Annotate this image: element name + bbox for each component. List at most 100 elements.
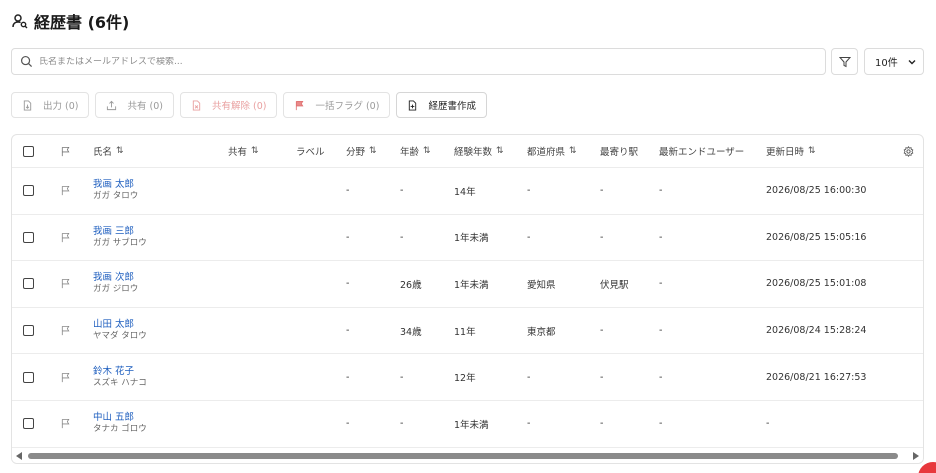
station-cell: - [600, 231, 604, 243]
row-flag-button[interactable] [60, 261, 71, 307]
column-header-experience-label: 経験年数 [454, 147, 493, 158]
floating-action-button[interactable] [918, 462, 936, 473]
bulk-action-toolbar: 出力 (0) 共有 (0) 共有解除 (0) 一括フラグ (0) 経歴書作成 [11, 92, 487, 118]
name-cell: 我画 次郎 ガガ ジロウ [93, 261, 138, 307]
file-plus-icon [409, 99, 417, 111]
field-cell: - [346, 185, 350, 197]
per-page-select[interactable]: 10件 [864, 48, 924, 75]
experience-cell: 12年 [454, 373, 476, 385]
candidate-name-link[interactable]: 我画 太郎 [93, 179, 134, 191]
bulk-flag-button-label: 一括フラグ (0) [315, 101, 380, 112]
table-row[interactable]: 山田 太郎 ヤマダ タロウ - 34歳 11年 東京都 - - 2026/08/24 15:28… [12, 308, 923, 355]
filter-button[interactable] [831, 48, 858, 75]
search-box[interactable] [11, 48, 826, 75]
field-cell: - [346, 371, 350, 383]
bulk-flag-button[interactable]: 一括フラグ (0) [283, 92, 391, 118]
flag-outline-icon [61, 326, 70, 336]
column-settings-button[interactable] [903, 135, 914, 167]
table-row[interactable]: 中山 五郎 タナカ ゴロウ - - 1年未満 - - - - [12, 401, 923, 448]
share-button-label: 共有 (0) [127, 101, 163, 112]
updated-cell: 2026/08/25 15:01:08 [766, 278, 867, 290]
prefecture-cell: - [527, 185, 531, 197]
column-header-shared[interactable]: 共有 ⇅ [228, 135, 258, 167]
table-row[interactable]: 我画 太郎 ガガ タロウ - - 14年 - - - 2026/08/25 16:00:30 [12, 168, 923, 215]
table-row[interactable]: 我画 三郎 ガガ サブロウ - - 1年未満 - - - 2026/08/25 15:05:16 [12, 215, 923, 262]
table-row[interactable]: 我画 次郎 ガガ ジロウ - 26歳 1年未満 愛知県 伏見駅 - 2026/08/25 15:… [12, 261, 923, 308]
gear-icon [903, 145, 914, 157]
candidate-name-link[interactable]: 中山 五郎 [93, 412, 134, 424]
candidate-name-link[interactable]: 我画 次郎 [93, 272, 134, 284]
experience-cell: 1年未満 [454, 419, 489, 431]
row-checkbox[interactable] [23, 325, 34, 337]
candidate-name-kana: スズキ ハナコ [93, 377, 147, 388]
column-header-name[interactable]: 氏名 ⇅ [93, 135, 123, 167]
column-header-name-label: 氏名 [93, 147, 113, 158]
unshare-button[interactable]: 共有解除 (0) [179, 92, 278, 118]
name-cell: 我画 三郎 ガガ サブロウ [93, 215, 147, 261]
column-header-updated-label: 更新日時 [766, 147, 805, 158]
flag-outline-icon [61, 279, 70, 289]
sort-icon: ⇅ [116, 146, 123, 156]
search-icon [20, 55, 33, 68]
sort-icon: ⇅ [423, 146, 430, 156]
row-flag-button[interactable] [60, 215, 71, 261]
sort-icon: ⇅ [251, 146, 258, 156]
export-button-label: 出力 (0) [43, 101, 79, 112]
flag-outline-icon [61, 372, 70, 382]
flag-outline-icon [61, 232, 70, 242]
table-row[interactable]: 鈴木 花子 スズキ ハナコ - - 12年 - - - 2026/08/21 16:27:53 [12, 354, 923, 401]
prefecture-cell: 東京都 [527, 326, 556, 338]
row-flag-button[interactable] [60, 308, 71, 354]
column-header-prefecture[interactable]: 都道府県 ⇅ [527, 135, 576, 167]
age-cell: 26歳 [400, 279, 422, 291]
share-button[interactable]: 共有 (0) [95, 92, 174, 118]
row-checkbox[interactable] [23, 371, 34, 383]
export-button[interactable]: 出力 (0) [11, 92, 90, 118]
scroll-left-arrow[interactable] [16, 452, 22, 460]
sort-icon: ⇅ [496, 146, 503, 156]
search-input[interactable] [39, 56, 799, 67]
updated-cell: 2026/08/21 16:27:53 [766, 371, 867, 383]
flag-outline-icon [61, 146, 70, 156]
row-checkbox[interactable] [23, 231, 34, 243]
experience-cell: 14年 [454, 186, 476, 198]
end-user-cell: - [659, 325, 663, 337]
row-checkbox[interactable] [23, 278, 34, 290]
prefecture-cell: - [527, 231, 531, 243]
candidate-name-link[interactable]: 鈴木 花子 [93, 366, 134, 378]
candidate-name-link[interactable]: 我画 三郎 [93, 226, 134, 238]
station-cell: - [600, 418, 604, 430]
row-checkbox[interactable] [23, 418, 34, 430]
station-cell: 伏見駅 [600, 279, 629, 291]
row-flag-button[interactable] [60, 168, 71, 214]
column-header-end-user-label: 最新エンドユーザー [659, 147, 745, 158]
column-header-label: ラベル [296, 135, 325, 167]
station-cell: - [600, 371, 604, 383]
end-user-cell: - [659, 371, 663, 383]
column-header-experience[interactable]: 経験年数 ⇅ [454, 135, 503, 167]
end-user-cell: - [659, 185, 663, 197]
age-cell: - [400, 371, 404, 383]
column-header-field[interactable]: 分野 ⇅ [346, 135, 376, 167]
updated-cell: 2026/08/24 15:28:24 [766, 325, 867, 337]
create-resume-button-label: 経歴書作成 [428, 101, 476, 112]
create-resume-button[interactable]: 経歴書作成 [396, 92, 487, 118]
row-checkbox[interactable] [23, 185, 34, 197]
column-header-updated[interactable]: 更新日時 ⇅ [766, 135, 815, 167]
updated-cell: - [766, 418, 770, 430]
horizontal-scrollbar[interactable] [12, 451, 923, 463]
age-cell: - [400, 418, 404, 430]
scrollbar-thumb[interactable] [28, 453, 898, 459]
sort-icon: ⇅ [369, 146, 376, 156]
row-flag-button[interactable] [60, 401, 71, 447]
select-all-checkbox[interactable] [23, 145, 34, 157]
row-flag-button[interactable] [60, 354, 71, 400]
table-header-row: 氏名 ⇅ 共有 ⇅ ラベル 分野 ⇅ 年齢 ⇅ 経験年数 ⇅ 都道府県 ⇅ 最寄り駅 最新エ… [12, 135, 923, 168]
updated-cell: 2026/08/25 16:00:30 [766, 185, 867, 197]
candidate-name-kana: ガガ タロウ [93, 191, 139, 202]
column-header-age[interactable]: 年齢 ⇅ [400, 135, 430, 167]
age-cell: 34歳 [400, 326, 422, 338]
scroll-right-arrow[interactable] [913, 452, 919, 460]
column-header-field-label: 分野 [346, 147, 366, 158]
candidate-name-link[interactable]: 山田 太郎 [93, 319, 134, 331]
